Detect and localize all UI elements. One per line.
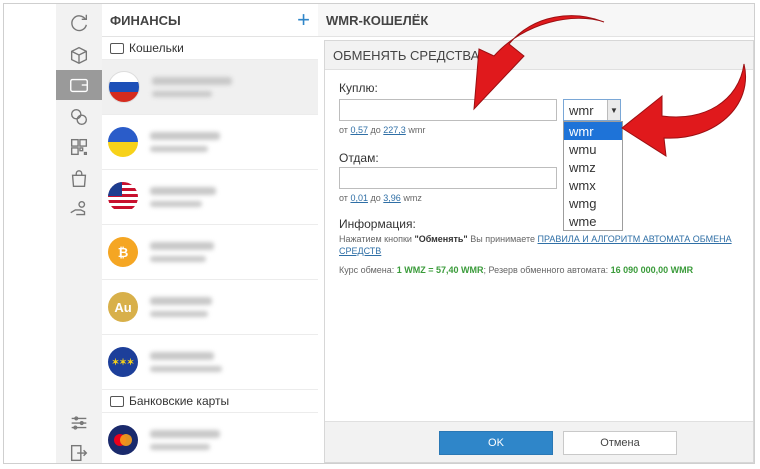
give-label: Отдам: bbox=[339, 151, 379, 165]
currency-option[interactable]: wmr bbox=[564, 122, 622, 140]
currency-option[interactable]: wmz bbox=[564, 158, 622, 176]
app-window: ФИНАНСЫ + Кошельки ₿ Au ✶✶✶ Банковские к… bbox=[3, 3, 755, 464]
plus-icon[interactable]: + bbox=[297, 9, 310, 31]
wallet-row-uah[interactable] bbox=[102, 115, 318, 170]
card-small-icon bbox=[110, 395, 124, 407]
mastercard-icon bbox=[108, 425, 138, 455]
bitcoin-icon: ₿ bbox=[108, 237, 138, 267]
rate-value: 1 WMZ = 57,40 WMR bbox=[396, 265, 484, 275]
wallet-details-hidden bbox=[150, 352, 222, 372]
exchange-dialog: ОБМЕНЯТЬ СРЕДСТВА Куплю: от 0,57 до 227,… bbox=[324, 40, 754, 463]
buy-amount-input[interactable] bbox=[339, 99, 557, 121]
currency-options-list: wmr wmu wmz wmx wmg wme bbox=[563, 121, 623, 231]
wallet-row-gold[interactable]: Au bbox=[102, 280, 318, 335]
section-wallets-label: Кошельки bbox=[129, 41, 184, 55]
wallet-details-hidden bbox=[150, 430, 220, 450]
usa-flag-icon bbox=[108, 182, 138, 212]
info-prefix: Нажатием кнопки bbox=[339, 234, 415, 244]
buy-unit: wmr bbox=[408, 125, 426, 135]
wallets-header: ФИНАНСЫ + bbox=[102, 4, 318, 37]
qr-icon[interactable] bbox=[56, 132, 102, 162]
chevron-down-icon[interactable]: ▼ bbox=[607, 100, 620, 120]
buy-range: от 0,57 до 227,3 wmr bbox=[339, 125, 425, 135]
wallet-details-hidden bbox=[150, 297, 212, 317]
dialog-title: ОБМЕНЯТЬ СРЕДСТВА bbox=[325, 41, 753, 70]
wallet-details-hidden bbox=[150, 187, 216, 207]
give-range-to: до bbox=[370, 193, 381, 203]
wallets-panel: ФИНАНСЫ + Кошельки ₿ Au ✶✶✶ Банковские к… bbox=[102, 4, 319, 463]
section-cards: Банковские карты bbox=[102, 390, 318, 413]
card-row-mastercard[interactable] bbox=[102, 413, 318, 463]
reserve-label: ; Резерв обменного автомата: bbox=[483, 265, 611, 275]
buy-max-link[interactable]: 227,3 bbox=[383, 125, 406, 135]
wallet-details-hidden bbox=[150, 132, 220, 152]
section-cards-label: Банковские карты bbox=[129, 394, 230, 408]
wallets-title: ФИНАНСЫ bbox=[110, 12, 181, 28]
wallet-row-usd[interactable] bbox=[102, 170, 318, 225]
ukraine-flag-icon bbox=[108, 127, 138, 157]
give-amount-input[interactable] bbox=[339, 167, 557, 189]
refresh-icon[interactable] bbox=[56, 8, 102, 38]
info-text: Нажатием кнопки "Обменять" Вы принимаете… bbox=[339, 233, 744, 257]
settings-sliders-icon[interactable] bbox=[56, 408, 102, 438]
buy-label: Куплю: bbox=[339, 81, 378, 95]
rate-line: Курс обмена: 1 WMZ = 57,40 WMR; Резерв о… bbox=[339, 265, 693, 275]
info-button-name: "Обменять" bbox=[414, 234, 468, 244]
ok-button[interactable]: OK bbox=[439, 431, 553, 455]
box-icon[interactable] bbox=[56, 40, 102, 70]
buy-range-to: до bbox=[370, 125, 381, 135]
wallet-details-hidden bbox=[152, 77, 232, 97]
currency-option[interactable]: wme bbox=[564, 212, 622, 230]
info-title: Информация: bbox=[339, 217, 416, 231]
give-range: от 0,01 до 3,96 wmz bbox=[339, 193, 422, 203]
wallet-row-eur[interactable]: ✶✶✶ bbox=[102, 335, 318, 390]
currency-select[interactable]: wmr ▼ bbox=[563, 99, 621, 121]
russia-flag-icon bbox=[108, 71, 140, 103]
page-title: WMR-КОШЕЛЁК bbox=[318, 4, 754, 37]
buy-min-link[interactable]: 0,57 bbox=[350, 125, 368, 135]
coins-icon[interactable] bbox=[56, 102, 102, 132]
main-panel: WMR-КОШЕЛЁК ОБМЕНЯТЬ СРЕДСТВА Куплю: от … bbox=[318, 4, 754, 463]
dialog-footer: OK Отмена bbox=[325, 421, 753, 462]
give-min-link[interactable]: 0,01 bbox=[350, 193, 368, 203]
gold-icon: Au bbox=[108, 292, 138, 322]
currency-select-value: wmr bbox=[569, 102, 594, 118]
give-max-link[interactable]: 3,96 bbox=[383, 193, 401, 203]
currency-option[interactable]: wmu bbox=[564, 140, 622, 158]
wallet-small-icon bbox=[110, 42, 124, 54]
logout-icon[interactable] bbox=[56, 438, 102, 463]
give-range-from: от bbox=[339, 193, 348, 203]
wallet-row-rub[interactable] bbox=[102, 60, 318, 115]
give-unit: wmz bbox=[403, 193, 422, 203]
section-wallets: Кошельки bbox=[102, 37, 318, 60]
currency-option[interactable]: wmx bbox=[564, 176, 622, 194]
shopping-bag-icon[interactable] bbox=[56, 164, 102, 194]
wallet-row-btc[interactable]: ₿ bbox=[102, 225, 318, 280]
reserve-value: 16 090 000,00 WMR bbox=[610, 265, 694, 275]
wallet-details-hidden bbox=[150, 242, 214, 262]
icon-rail bbox=[4, 4, 103, 463]
wallet-icon[interactable] bbox=[56, 70, 102, 100]
eu-flag-icon: ✶✶✶ bbox=[108, 347, 138, 377]
hand-coin-icon[interactable] bbox=[56, 194, 102, 224]
currency-option[interactable]: wmg bbox=[564, 194, 622, 212]
buy-range-from: от bbox=[339, 125, 348, 135]
rate-label: Курс обмена: bbox=[339, 265, 397, 275]
cancel-button[interactable]: Отмена bbox=[563, 431, 677, 455]
info-middle: Вы принимаете bbox=[467, 234, 538, 244]
